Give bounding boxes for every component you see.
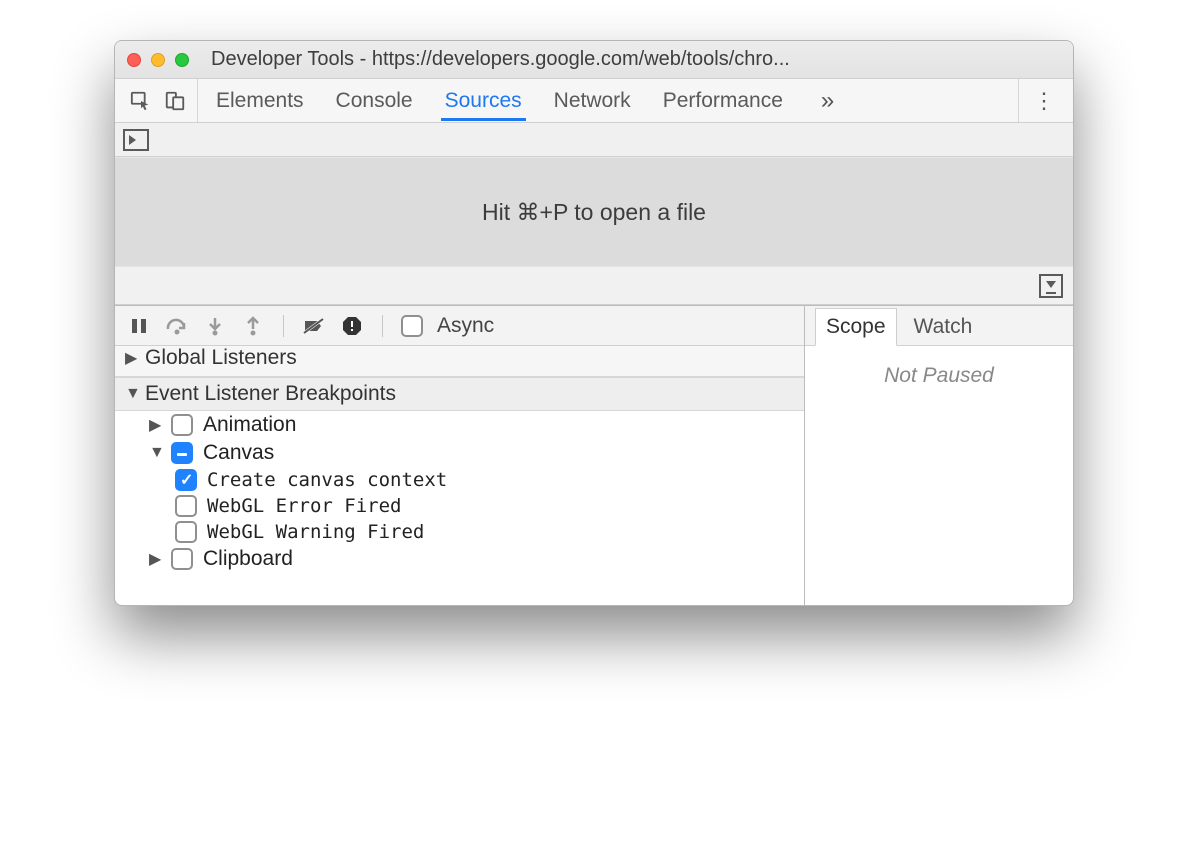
settings-kebab-icon[interactable]: ⋮: [1018, 79, 1069, 122]
devtools-window: Developer Tools - https://developers.goo…: [114, 40, 1074, 606]
navigator-drawer-icon[interactable]: [123, 129, 149, 151]
event-listener-breakpoints-header[interactable]: ▼ Event Listener Breakpoints: [115, 377, 804, 411]
breakpoint-checkbox[interactable]: [175, 469, 197, 491]
event-listener-breakpoints-label: Event Listener Breakpoints: [145, 382, 396, 406]
more-tabs-chevron-icon[interactable]: »: [811, 87, 844, 115]
category-animation-label: Animation: [203, 413, 296, 437]
global-listeners-header[interactable]: ▶ Global Listeners: [115, 346, 804, 377]
window-controls: [127, 53, 189, 67]
pause-on-exceptions-icon[interactable]: [340, 314, 364, 338]
category-clipboard[interactable]: ▶ Clipboard: [115, 545, 804, 573]
not-paused-text: Not Paused: [884, 364, 994, 388]
breakpoint-webgl-error-fired[interactable]: WebGL Error Fired: [115, 493, 804, 519]
tab-scope[interactable]: Scope: [815, 308, 897, 346]
debugger-left-pane: Async ▶ Global Listeners ▼ Event Listene…: [115, 306, 805, 605]
breakpoint-label: WebGL Error Fired: [207, 495, 401, 517]
category-canvas-checkbox[interactable]: [171, 442, 193, 464]
category-animation[interactable]: ▶ Animation: [115, 411, 804, 439]
window-title: Developer Tools - https://developers.goo…: [211, 48, 1061, 71]
breakpoint-checkbox[interactable]: [175, 521, 197, 543]
scope-watch-tabs: Scope Watch: [805, 306, 1073, 346]
breakpoint-create-canvas-context[interactable]: Create canvas context: [115, 467, 804, 493]
async-checkbox[interactable]: [401, 315, 423, 337]
breakpoint-webgl-warning-fired[interactable]: WebGL Warning Fired: [115, 519, 804, 545]
category-canvas[interactable]: ▼ Canvas: [115, 439, 804, 467]
editor-bottom-strip: [115, 267, 1073, 305]
breakpoint-label: Create canvas context: [207, 469, 447, 491]
step-out-icon[interactable]: [241, 314, 265, 338]
tab-sources[interactable]: Sources: [441, 80, 526, 121]
disclosure-right-icon: ▶: [149, 549, 161, 569]
deactivate-breakpoints-icon[interactable]: [302, 314, 326, 338]
titlebar: Developer Tools - https://developers.goo…: [115, 41, 1073, 79]
step-over-icon[interactable]: [165, 314, 189, 338]
async-label: Async: [437, 314, 494, 338]
disclosure-right-icon: ▶: [149, 415, 161, 435]
device-toolbar-icon[interactable]: [163, 89, 187, 113]
category-animation-checkbox[interactable]: [171, 414, 193, 436]
disclosure-right-icon: ▶: [125, 348, 137, 368]
breakpoint-label: WebGL Warning Fired: [207, 521, 424, 543]
zoom-window-button[interactable]: [175, 53, 189, 67]
category-canvas-label: Canvas: [203, 441, 274, 465]
tab-performance[interactable]: Performance: [659, 80, 787, 121]
breakpoint-checkbox[interactable]: [175, 495, 197, 517]
tab-watch[interactable]: Watch: [903, 308, 984, 345]
inspect-element-icon[interactable]: [129, 89, 153, 113]
breakpoints-tree: ▶ Global Listeners ▼ Event Listener Brea…: [115, 346, 804, 605]
open-file-hint-text: Hit ⌘+P to open a file: [482, 199, 706, 226]
close-window-button[interactable]: [127, 53, 141, 67]
tab-elements[interactable]: Elements: [212, 80, 308, 121]
pause-icon[interactable]: [127, 314, 151, 338]
debugger-right-pane: Scope Watch Not Paused: [805, 306, 1073, 605]
editor-dropdown-icon[interactable]: [1039, 274, 1063, 298]
disclosure-down-icon: ▼: [149, 444, 161, 462]
open-file-hint: Hit ⌘+P to open a file: [115, 157, 1073, 267]
scope-body: Not Paused: [805, 346, 1073, 605]
disclosure-down-icon: ▼: [125, 385, 137, 403]
panel-tabs: Elements Console Sources Network Perform…: [198, 79, 858, 122]
sources-subtoolbar: [115, 123, 1073, 157]
category-clipboard-label: Clipboard: [203, 547, 293, 571]
debugger-split: Async ▶ Global Listeners ▼ Event Listene…: [115, 305, 1073, 605]
panel-tabbar: Elements Console Sources Network Perform…: [115, 79, 1073, 123]
category-clipboard-checkbox[interactable]: [171, 548, 193, 570]
debugger-toolbar: Async: [115, 306, 804, 346]
step-into-icon[interactable]: [203, 314, 227, 338]
global-listeners-label: Global Listeners: [145, 346, 297, 370]
tab-console[interactable]: Console: [332, 80, 417, 121]
minimize-window-button[interactable]: [151, 53, 165, 67]
tab-network[interactable]: Network: [550, 80, 635, 121]
